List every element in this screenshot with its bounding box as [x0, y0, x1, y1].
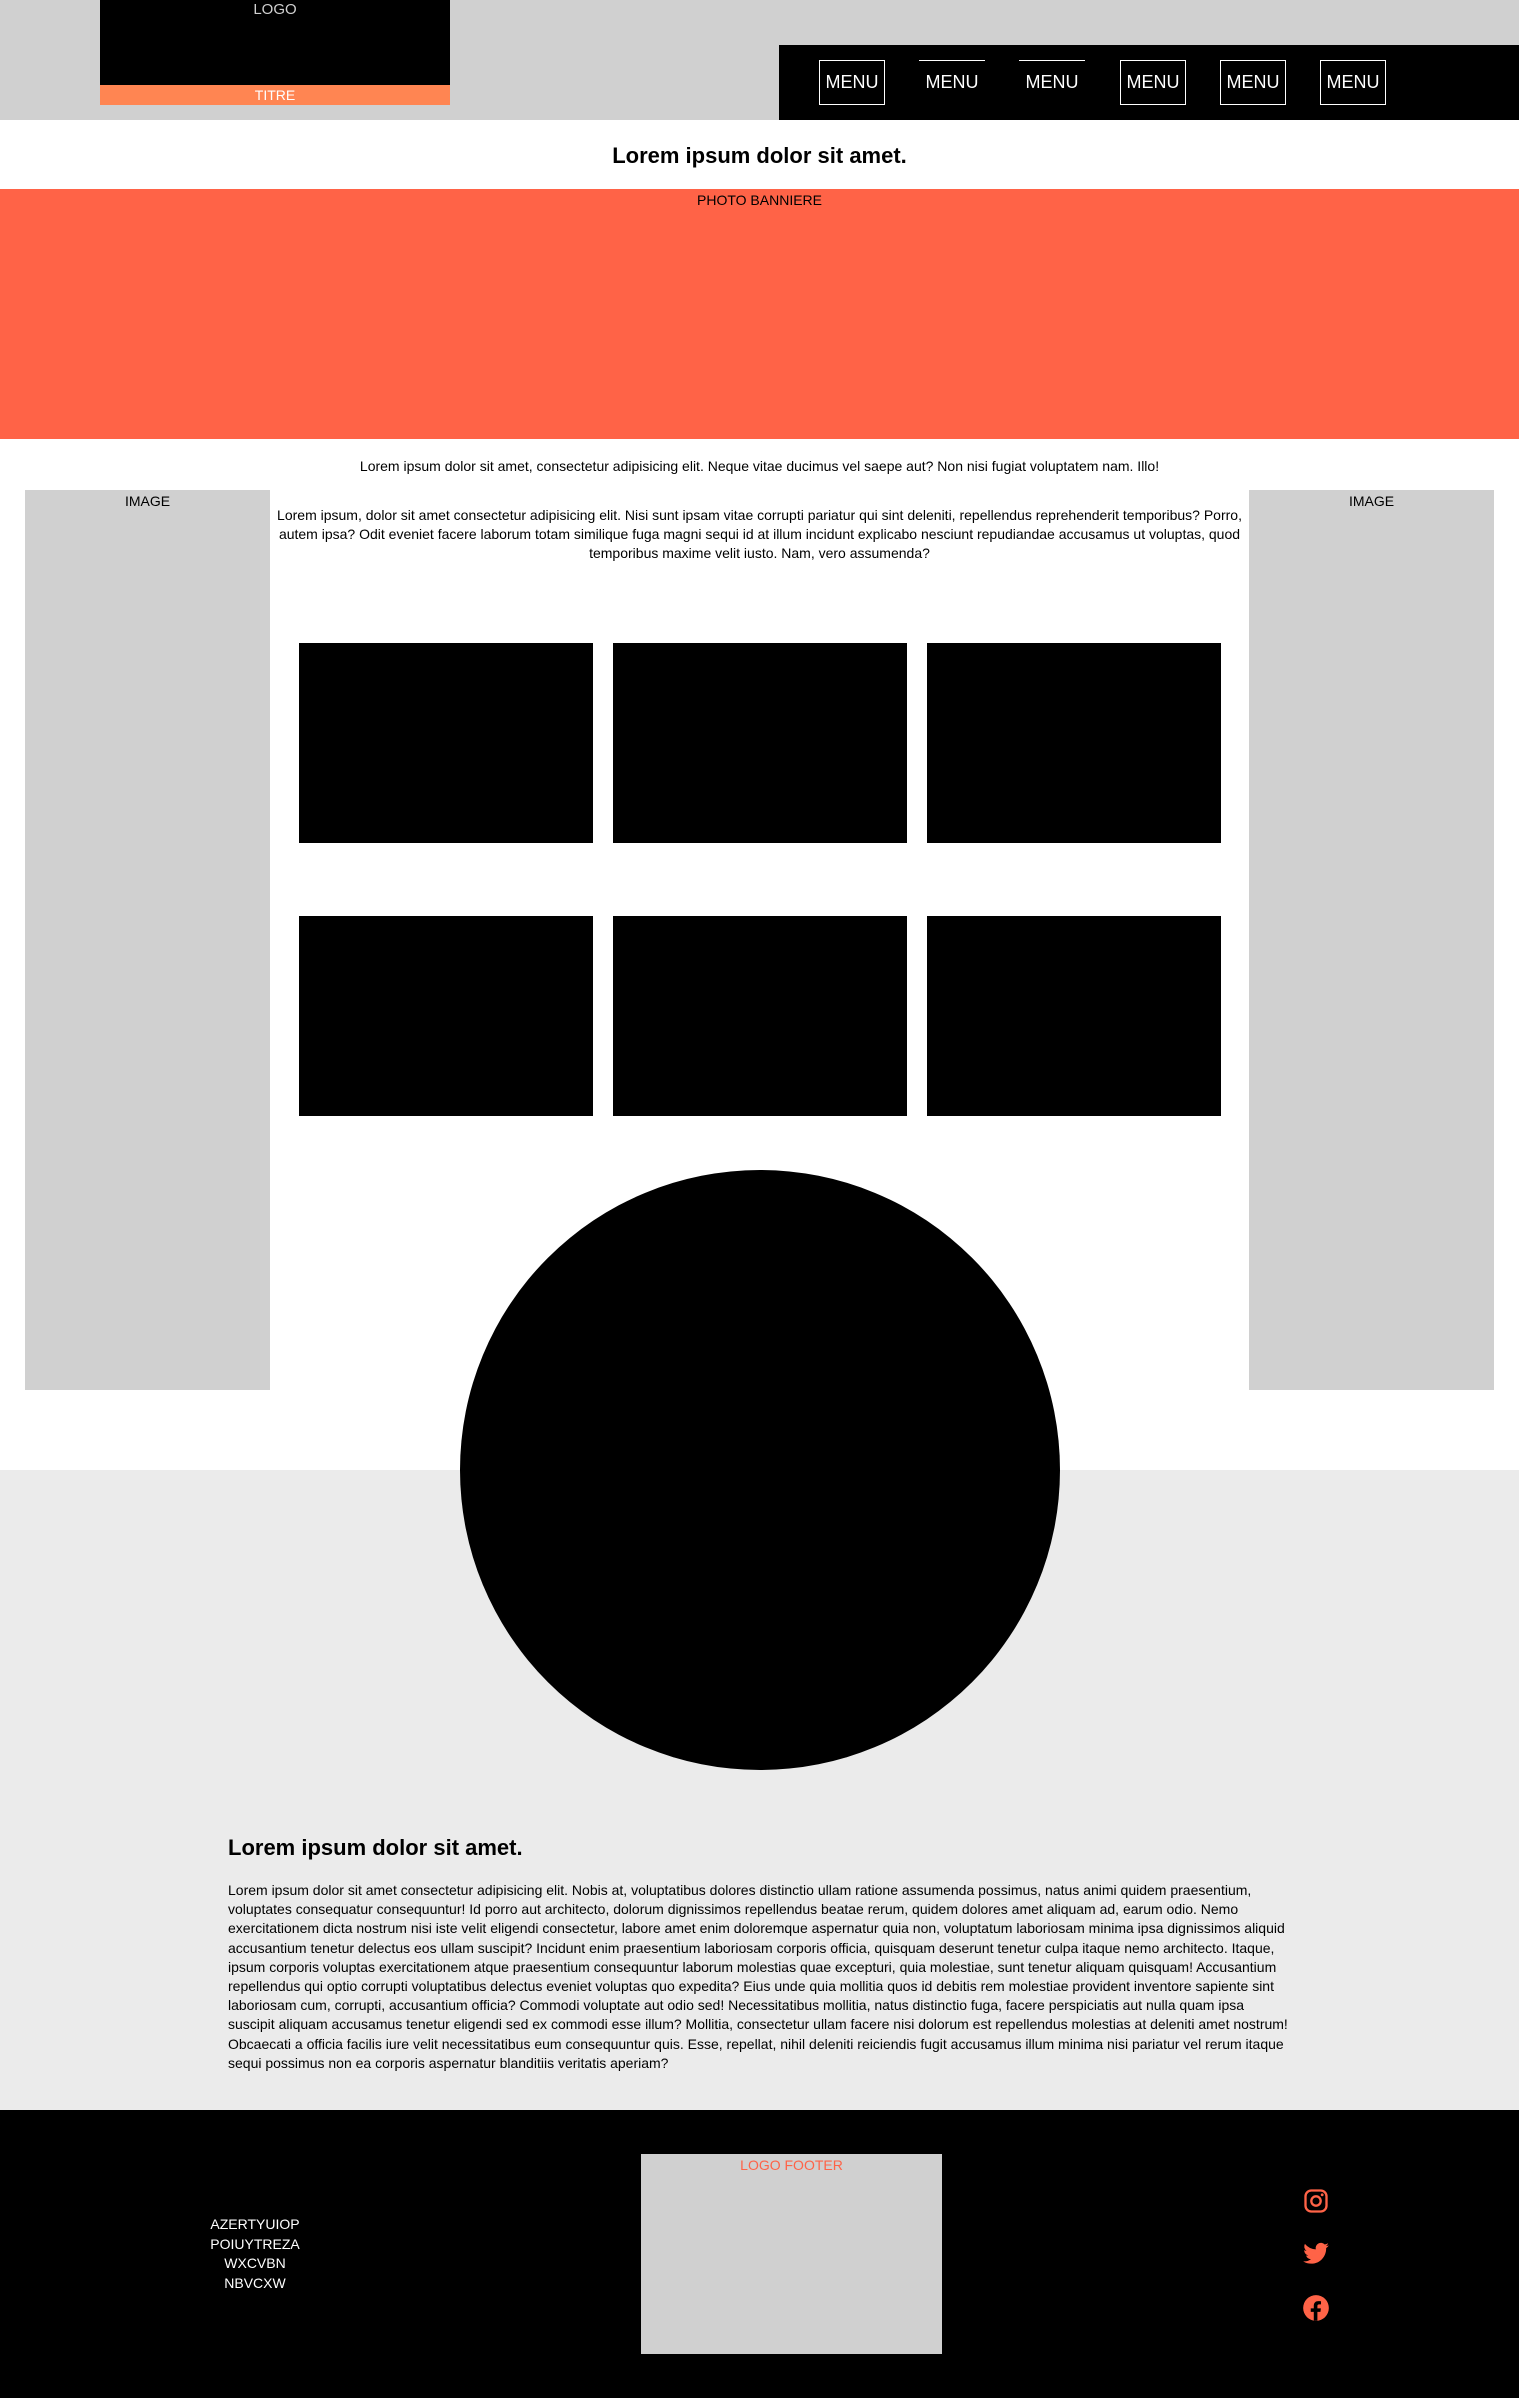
footer-logo[interactable]: LOGO FOOTER [641, 2154, 942, 2354]
grid-image-4[interactable] [299, 916, 593, 1116]
main-nav: MENU MENU MENU MENU MENU MENU [779, 45, 1519, 120]
side-image-left-label: IMAGE [124, 493, 171, 509]
menu-button-1[interactable]: MENU [819, 60, 885, 105]
side-image-right-label: IMAGE [1348, 493, 1395, 509]
logo-label: LOGO [253, 1, 297, 18]
section-title: Lorem ipsum dolor sit amet. [228, 1835, 523, 1860]
section-body: Lorem ipsum dolor sit amet consectetur a… [228, 1882, 1288, 2071]
circle-image [460, 1170, 1060, 1770]
grid-image-6[interactable] [927, 916, 1221, 1116]
twitter-icon[interactable] [1302, 2240, 1330, 2268]
logo[interactable]: LOGO [100, 0, 450, 85]
instagram-icon[interactable] [1302, 2187, 1330, 2215]
menu-button-3[interactable]: MENU [1019, 60, 1085, 105]
footer-links: AZERTYUIOP POIUYTREZA WXCVBN NBVCXW [195, 2215, 315, 2293]
footer-link-3[interactable]: WXCVBN [195, 2254, 315, 2274]
side-image-right: IMAGE [1249, 490, 1494, 1390]
footer-link-1[interactable]: AZERTYUIOP [195, 2215, 315, 2235]
banner-photo-label: PHOTO BANNIERE [697, 192, 822, 208]
center-paragraph: Lorem ipsum, dolor sit amet consectetur … [277, 507, 1242, 561]
menu-button-6[interactable]: MENU [1320, 60, 1386, 105]
menu-button-4[interactable]: MENU [1120, 60, 1186, 105]
side-image-left: IMAGE [25, 490, 270, 1390]
footer-link-4[interactable]: NBVCXW [195, 2274, 315, 2294]
grid-image-5[interactable] [613, 916, 907, 1116]
footer-link-2[interactable]: POIUYTREZA [195, 2235, 315, 2255]
menu-button-5[interactable]: MENU [1220, 60, 1286, 105]
banner-photo: PHOTO BANNIERE [0, 189, 1519, 439]
grid-image-2[interactable] [613, 643, 907, 843]
grid-image-3[interactable] [927, 643, 1221, 843]
menu-button-2[interactable]: MENU [919, 60, 985, 105]
intro-text: Lorem ipsum dolor sit amet, consectetur … [359, 458, 1160, 474]
facebook-icon[interactable] [1302, 2294, 1330, 2322]
grid-image-1[interactable] [299, 643, 593, 843]
banner-title: Lorem ipsum dolor sit amet. [612, 143, 907, 168]
footer-logo-label: LOGO FOOTER [740, 2157, 843, 2173]
site-title: TITRE [100, 85, 450, 105]
